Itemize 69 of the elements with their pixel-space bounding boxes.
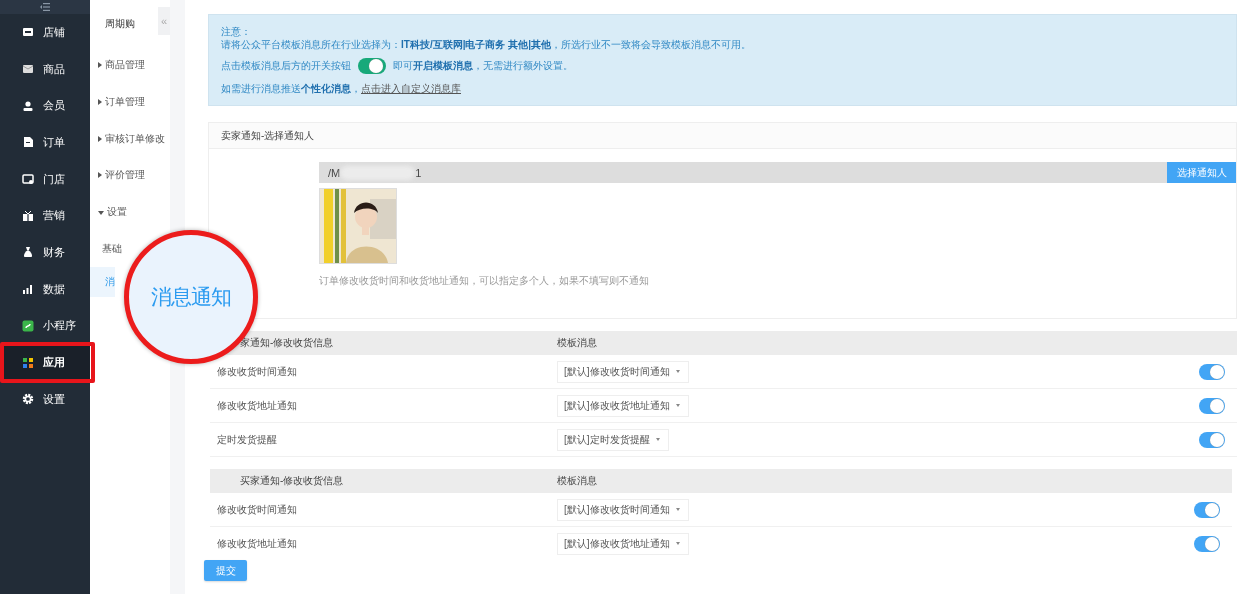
card-title: 卖家通知-选择通知人 [209, 123, 1236, 149]
column-header: 家通知-修改收货信息 [239, 336, 335, 350]
sidebar-item[interactable]: 门店 [0, 160, 90, 198]
custom-message-link[interactable]: 点击进入自定义消息库 [361, 83, 461, 94]
gift-icon [22, 209, 34, 222]
toggle-switch[interactable] [1199, 363, 1225, 380]
sidebar-item[interactable]: 商品 [0, 50, 90, 88]
caret-icon [675, 508, 680, 511]
toggle-switch[interactable] [1199, 397, 1225, 414]
toggle-switch[interactable] [1194, 501, 1220, 518]
toggle-switch[interactable] [1199, 431, 1225, 448]
document-icon [22, 136, 34, 149]
money-bag-icon [22, 246, 34, 259]
template-dropdown[interactable]: [默认]修改收货时间通知 [557, 498, 689, 521]
caret-icon [655, 438, 660, 441]
column-header: 买家通知-修改收货信息 [239, 474, 345, 488]
sidebar-item[interactable]: 订单 [0, 124, 90, 161]
subnav-item[interactable]: 订单管理 [90, 83, 145, 121]
user-icon [22, 99, 34, 112]
gear-icon [22, 393, 34, 406]
shop-icon [22, 173, 34, 186]
caret-right-icon [98, 99, 102, 106]
table-cell-text: 修改收货时间通知 [216, 502, 298, 517]
table-cell-text: 修改收货地址通知 [216, 536, 298, 551]
table-cell-text: 修改收货时间通知 [216, 364, 298, 379]
sidebar-item[interactable]: 店铺 [0, 14, 90, 51]
column-header: 模板消息 [557, 474, 598, 488]
app-icon [22, 319, 34, 332]
sidebar-item[interactable]: 会员 [0, 87, 90, 125]
sidebar-item[interactable]: 数据 [0, 270, 90, 308]
recipient-field[interactable]: /M 1 [319, 162, 1167, 183]
sidebar-item[interactable]: 营销 [0, 197, 90, 235]
sidebar-item[interactable]: 财务 [0, 234, 90, 271]
menu-icon [40, 3, 50, 11]
table-cell-text: 修改收货地址通知 [216, 398, 298, 413]
caret-icon [675, 370, 680, 373]
store-icon [22, 26, 34, 39]
box-icon [22, 63, 34, 76]
subnav-item[interactable]: 基础 [90, 241, 122, 256]
subnav-title: 周期购 [104, 17, 135, 31]
template-dropdown[interactable]: [默认]修改收货地址通知 [557, 532, 689, 555]
subnav-item[interactable]: 设置 [90, 193, 127, 231]
subnav-item[interactable]: 审核订单修改 [90, 120, 165, 158]
caret-icon [675, 542, 680, 545]
column-header: 模板消息 [557, 336, 598, 350]
sidebar-item[interactable]: 小程序 [0, 307, 90, 345]
notice-text: 点击模板消息后方的开关按钮 [221, 59, 351, 73]
caret-down-icon [98, 211, 104, 216]
toggle-switch[interactable] [1194, 535, 1220, 552]
magnified-label: 消息通知 [151, 284, 231, 310]
notice-title: 注意： [221, 25, 252, 38]
template-dropdown[interactable]: [默认]修改收货时间通知 [557, 360, 689, 383]
bar-chart-icon [22, 283, 34, 296]
sidebar-item[interactable]: 设置 [0, 380, 90, 418]
caret-icon [675, 404, 680, 407]
subnav-item[interactable]: 评价管理 [90, 157, 145, 194]
toggle-switch[interactable] [358, 58, 386, 74]
notice-text: 即可开启模板消息，无需进行额外设置。 [393, 59, 573, 73]
template-dropdown[interactable]: [默认]修改收货地址通知 [557, 394, 689, 417]
grid-icon [22, 356, 34, 369]
subnav-item[interactable]: 商品管理 [90, 47, 145, 84]
caret-right-icon [98, 172, 102, 179]
template-dropdown[interactable]: [默认]定时发货提醒 [557, 428, 669, 451]
notice-text: 如需进行消息推送个性化消息， [221, 83, 361, 94]
caret-right-icon [98, 62, 102, 69]
notice-text: 请将公众平台模板消息所在行业选择为：IT科技/互联网|电子商务 其他|其他，所选行业不一致将会导致模板消息不可用。 [221, 38, 753, 51]
caret-right-icon [98, 135, 102, 142]
table-cell-text: 定时发货提醒 [216, 432, 278, 447]
caption-text: 订单修改收货时间和收货地址通知，可以指定多个人，如果不填写则不通知 [319, 274, 650, 288]
